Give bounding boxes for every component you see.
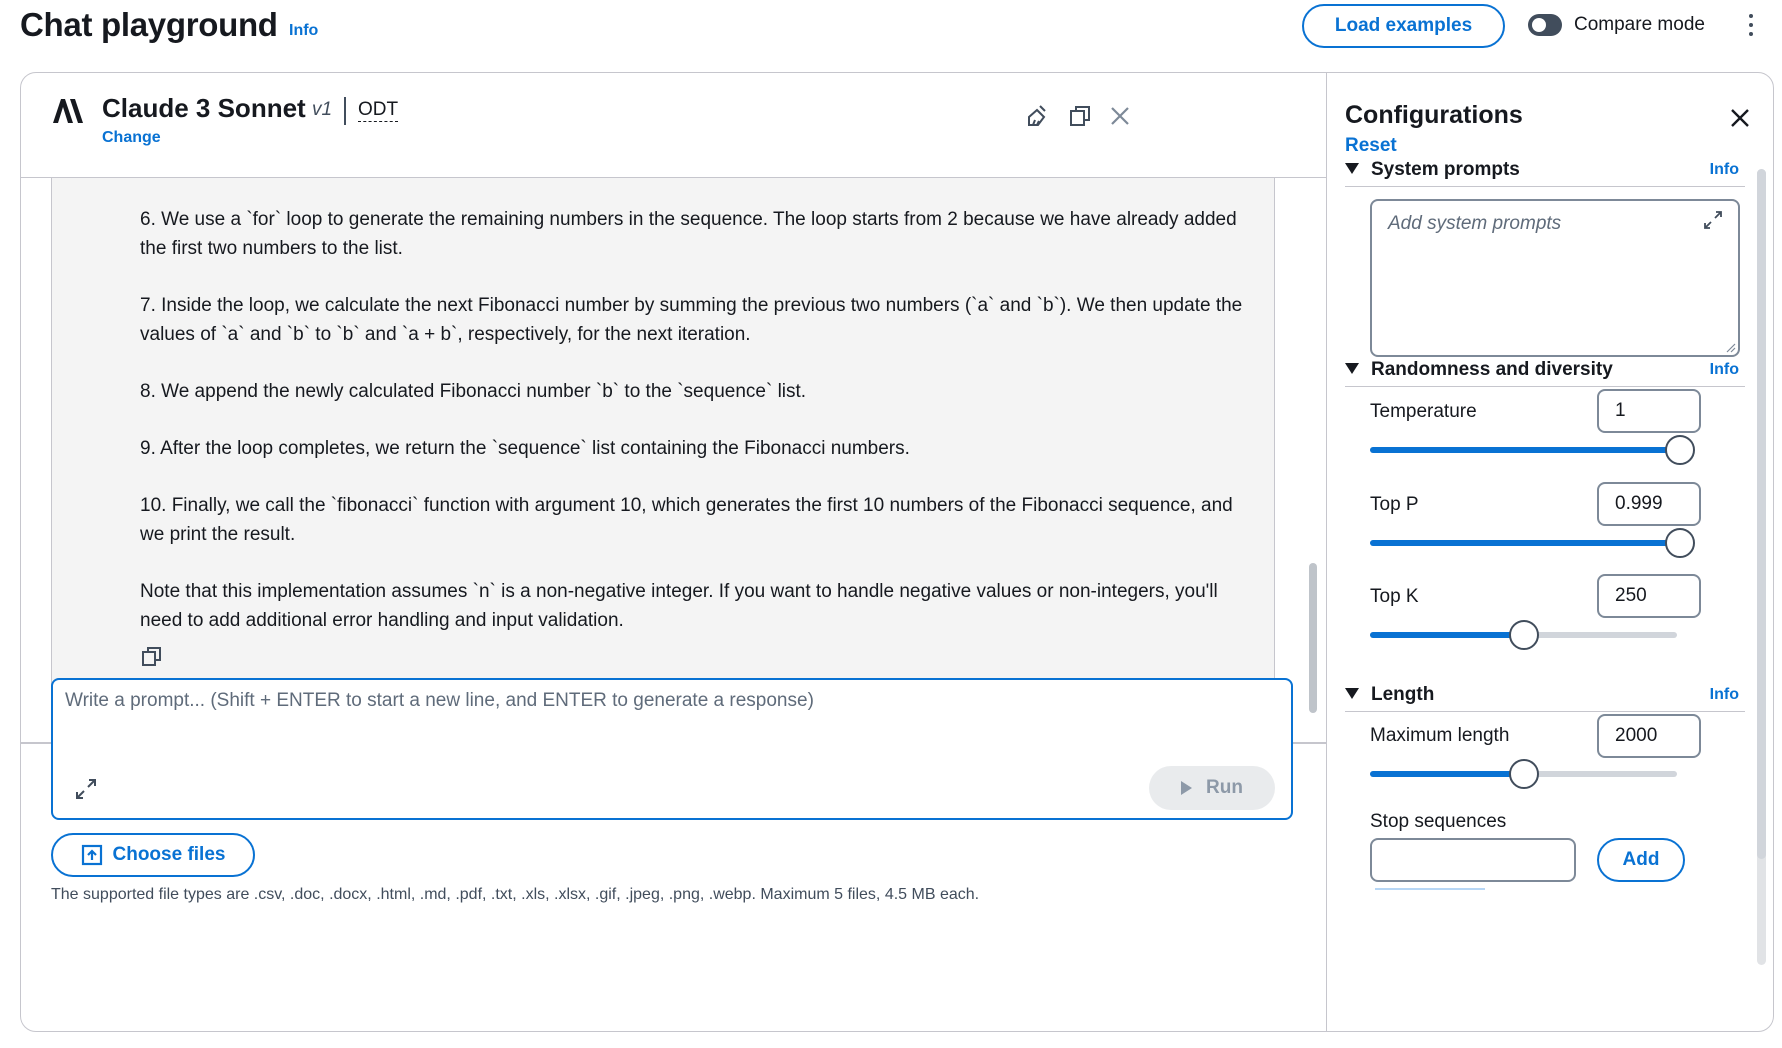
configurations-panel: Configurations Reset System prompts Info… bbox=[1326, 73, 1773, 1031]
temperature-input[interactable]: 1 bbox=[1597, 389, 1701, 433]
config-scrollbar[interactable] bbox=[1757, 169, 1766, 859]
temperature-slider-fill bbox=[1370, 447, 1680, 453]
top-bar: Chat playground Info Load examples Compa… bbox=[0, 0, 1782, 66]
reset-link[interactable]: Reset bbox=[1345, 135, 1397, 157]
kebab-menu-icon[interactable] bbox=[1744, 10, 1758, 40]
caret-down-icon bbox=[1345, 688, 1359, 699]
temperature-label: Temperature bbox=[1370, 401, 1477, 422]
maximum-length-label: Maximum length bbox=[1370, 725, 1510, 746]
length-section[interactable]: Length Info bbox=[1345, 680, 1745, 712]
maximum-length-input[interactable]: 2000 bbox=[1597, 714, 1701, 758]
compare-mode-toggle[interactable] bbox=[1528, 14, 1562, 36]
maximum-length-slider-fill bbox=[1370, 771, 1524, 777]
copy-icon[interactable] bbox=[1067, 103, 1093, 129]
configurations-title: Configurations bbox=[1345, 101, 1523, 129]
run-button[interactable]: Run bbox=[1149, 766, 1275, 810]
randomness-section[interactable]: Randomness and diversity Info bbox=[1345, 355, 1745, 387]
message-text: 6. We use a `for` loop to generate the r… bbox=[140, 205, 1250, 663]
top-p-slider-thumb[interactable] bbox=[1664, 528, 1695, 558]
top-k-label: Top K bbox=[1370, 586, 1419, 607]
prompt-placeholder: Write a prompt... (Shift + ENTER to star… bbox=[65, 690, 814, 711]
clear-conversation-icon[interactable] bbox=[1025, 103, 1051, 129]
system-prompts-placeholder: Add system prompts bbox=[1388, 213, 1562, 234]
stop-sequences-label: Stop sequences bbox=[1370, 811, 1507, 832]
system-prompts-input[interactable]: Add system prompts bbox=[1370, 199, 1740, 357]
add-stop-sequence-button[interactable]: Add bbox=[1597, 838, 1685, 882]
top-p-slider-fill bbox=[1370, 540, 1680, 546]
chat-header: Claude 3 Sonnet v1 ODT Change bbox=[21, 73, 1326, 178]
load-examples-button[interactable]: Load examples bbox=[1302, 4, 1505, 48]
page-title: Chat playground bbox=[20, 6, 278, 43]
compare-mode-label: Compare mode bbox=[1574, 14, 1705, 35]
message-paragraph: 7. Inside the loop, we calculate the nex… bbox=[140, 295, 1243, 345]
playground-frame: Claude 3 Sonnet v1 ODT Change 6. We use … bbox=[20, 72, 1774, 1032]
expand-icon[interactable] bbox=[1702, 209, 1724, 231]
resize-handle-icon[interactable] bbox=[1726, 343, 1736, 353]
file-types-hint: The supported file types are .csv, .doc,… bbox=[51, 886, 980, 903]
prompt-input[interactable]: Write a prompt... (Shift + ENTER to star… bbox=[51, 678, 1293, 820]
close-icon[interactable] bbox=[1727, 105, 1753, 131]
model-name: Claude 3 Sonnet bbox=[102, 93, 306, 123]
page-info-link[interactable]: Info bbox=[289, 22, 318, 40]
choose-files-button[interactable]: Choose files bbox=[51, 833, 255, 877]
top-k-slider-thumb[interactable] bbox=[1508, 620, 1539, 650]
stop-sequences-underline bbox=[1375, 888, 1485, 890]
message-paragraph: 6. We use a `for` loop to generate the r… bbox=[140, 209, 1237, 259]
info-link[interactable]: Info bbox=[1710, 686, 1739, 704]
message-paragraph: 10. Finally, we call the `fibonacci` fun… bbox=[140, 495, 1233, 545]
model-divider bbox=[344, 97, 346, 125]
anthropic-logo-icon bbox=[53, 99, 83, 123]
close-icon[interactable] bbox=[1107, 103, 1133, 129]
caret-down-icon bbox=[1345, 163, 1359, 174]
top-p-label: Top P bbox=[1370, 494, 1419, 515]
choose-files-label: Choose files bbox=[112, 844, 226, 865]
top-k-input[interactable]: 250 bbox=[1597, 574, 1701, 618]
top-p-slider[interactable] bbox=[1370, 528, 1695, 558]
top-k-slider-fill bbox=[1370, 632, 1524, 638]
assistant-message: 6. We use a `for` loop to generate the r… bbox=[51, 178, 1275, 731]
section-label: Length bbox=[1371, 684, 1435, 705]
stop-sequences-input[interactable] bbox=[1370, 838, 1576, 882]
maximum-length-slider-thumb[interactable] bbox=[1508, 759, 1539, 789]
top-p-input[interactable]: 0.999 bbox=[1597, 482, 1701, 526]
change-model-link[interactable]: Change bbox=[102, 129, 161, 147]
caret-down-icon bbox=[1345, 363, 1359, 374]
chat-body: 6. We use a `for` loop to generate the r… bbox=[21, 178, 1326, 748]
section-label: System prompts bbox=[1371, 159, 1520, 180]
play-icon bbox=[1181, 781, 1193, 795]
model-version: v1 bbox=[312, 99, 333, 120]
info-link[interactable]: Info bbox=[1710, 161, 1739, 179]
maximum-length-slider[interactable] bbox=[1370, 759, 1677, 789]
top-k-slider[interactable] bbox=[1370, 620, 1677, 650]
info-link[interactable]: Info bbox=[1710, 361, 1739, 379]
section-label: Randomness and diversity bbox=[1371, 359, 1613, 380]
temperature-slider[interactable] bbox=[1370, 435, 1695, 465]
message-paragraph: Note that this implementation assumes `n… bbox=[140, 581, 1218, 631]
system-prompts-section[interactable]: System prompts Info bbox=[1345, 155, 1745, 187]
chat-scrollbar[interactable] bbox=[1309, 563, 1317, 713]
message-paragraph: 8. We append the newly calculated Fibona… bbox=[140, 381, 807, 402]
expand-icon[interactable] bbox=[73, 776, 99, 802]
run-label: Run bbox=[1206, 777, 1243, 798]
message-paragraph: 9. After the loop completes, we return t… bbox=[140, 438, 910, 459]
copy-icon[interactable] bbox=[140, 644, 164, 668]
model-throughput[interactable]: ODT bbox=[358, 99, 399, 122]
upload-icon bbox=[81, 844, 102, 866]
temperature-slider-thumb[interactable] bbox=[1665, 435, 1695, 465]
